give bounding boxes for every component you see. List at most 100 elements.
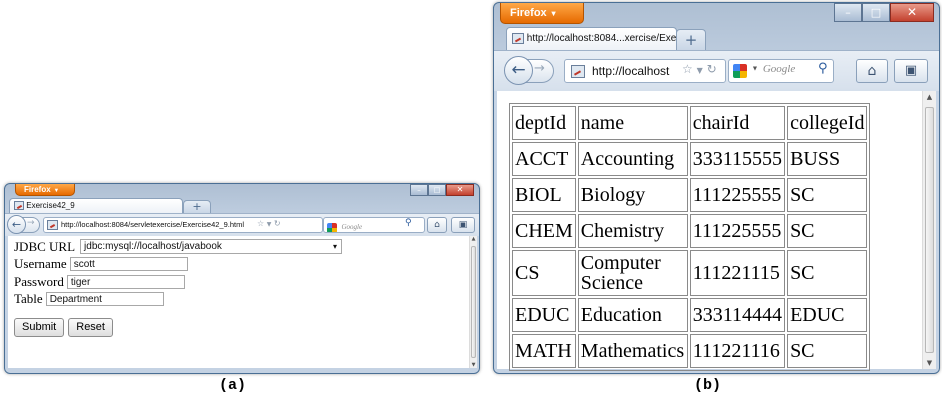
table-cell: Mathematics [577, 334, 688, 368]
username-label: Username [14, 256, 67, 272]
table-header-cell: chairId [689, 106, 786, 140]
forward-button[interactable]: → [534, 61, 545, 76]
home-button[interactable]: ⌂ [856, 59, 888, 83]
password-input[interactable]: tiger [66, 274, 185, 289]
plus-icon: + [684, 31, 698, 49]
table-row: ACCT Accounting 333115555 BUSS [512, 142, 868, 176]
table-body: deptId name chairId collegeId ACCT Accounting… [512, 106, 868, 368]
search-placeholder: Google [341, 222, 363, 231]
page-content: deptId name chairId collegeId ACCT Accounting… [497, 91, 922, 371]
url-favicon-icon [571, 65, 585, 78]
reload-icon[interactable]: ↻ [274, 219, 281, 228]
password-row: Password tiger [14, 273, 342, 291]
firefox-menu-label: Firefox [24, 185, 51, 194]
menu-button[interactable]: ▣ [451, 217, 475, 233]
submit-button[interactable]: Submit [14, 318, 65, 337]
navigation-toolbar: ← → http://localhost ☆ ▼ ↻ ▼ Google ⚲ ⌂ … [494, 50, 939, 91]
table-row: BIOL Biology 111225555 SC [512, 178, 868, 212]
back-button[interactable]: ← [7, 215, 26, 234]
username-row: Username scott [14, 256, 342, 274]
browser-tab[interactable]: Exercise42_9 [9, 198, 183, 213]
url-favicon-icon [47, 220, 58, 230]
scroll-thumb[interactable] [925, 107, 934, 353]
scroll-thumb[interactable] [471, 246, 476, 358]
google-icon [327, 222, 337, 232]
table-cell: BUSS [787, 142, 868, 176]
reload-icon[interactable]: ↻ [707, 62, 717, 76]
caption-b: (b) [694, 377, 722, 394]
table-cell: 111221115 [689, 250, 786, 296]
table-cell: 111221116 [689, 334, 786, 368]
form-buttons: Submit Reset [14, 318, 342, 337]
page-content: JDBC URL jdbc:mysql://localhost/javabook… [8, 236, 469, 368]
jdbc-url-label: JDBC URL [14, 238, 76, 254]
scroll-up-icon[interactable]: ▲ [470, 236, 477, 242]
minimize-button[interactable]: – [834, 3, 862, 22]
maximize-button[interactable]: □ [862, 3, 890, 22]
table-cell: EDUC [787, 298, 868, 332]
browser-tab[interactable]: http://localhost:8084...xercise/Exercise… [506, 27, 677, 50]
close-button[interactable]: ✕ [446, 184, 474, 196]
back-arrow-icon: ← [511, 60, 526, 80]
chevron-down-icon: ▼ [549, 9, 558, 18]
search-button[interactable]: ⚲ [405, 218, 412, 228]
reset-button[interactable]: Reset [68, 318, 113, 337]
navigation-toolbar: ← → http://localhost:8084/servletexercis… [5, 213, 479, 236]
plus-icon: + [192, 200, 202, 213]
scroll-up-icon[interactable]: ▲ [923, 93, 936, 101]
vertical-scrollbar[interactable]: ▲ ▼ [922, 91, 936, 369]
table-cell: SC [787, 334, 868, 368]
table-cell: Biology [577, 178, 688, 212]
close-button[interactable]: ✕ [890, 3, 934, 22]
table-row: CS Computer Science 111221115 SC [512, 250, 868, 296]
url-actions: ☆ ▼ ↻ [682, 62, 717, 76]
back-arrow-icon: ← [11, 218, 22, 231]
caption-a: (a) [219, 377, 247, 394]
username-input[interactable]: scott [69, 257, 188, 272]
maximize-button[interactable]: □ [428, 184, 446, 196]
browser-window-a: Firefox ▼ – □ ✕ Exercise42_9 + ← → http:/… [4, 183, 480, 374]
table-cell: Computer Science [577, 250, 688, 296]
scroll-down-icon[interactable]: ▼ [470, 362, 477, 368]
select-arrow-icon: ▾ [333, 242, 338, 252]
table-cell: 333115555 [689, 142, 786, 176]
minimize-button[interactable]: – [410, 184, 428, 196]
window-controls: – □ ✕ [410, 184, 474, 196]
table-cell: CS [512, 250, 576, 296]
bookmark-star-icon[interactable]: ☆ [257, 219, 264, 228]
jdbc-url-select[interactable]: jdbc:mysql://localhost/javabook ▾ [80, 239, 343, 255]
firefox-menu-button[interactable]: Firefox ▼ [500, 3, 584, 24]
chevron-down-icon: ▼ [53, 188, 60, 194]
dropdown-arrow-icon[interactable]: ▼ [267, 221, 272, 228]
menu-button[interactable]: ▣ [894, 59, 928, 83]
jdbc-form: JDBC URL jdbc:mysql://localhost/javabook… [14, 238, 343, 337]
vertical-scrollbar[interactable]: ▲ ▼ [469, 236, 477, 368]
table-cell: EDUC [512, 298, 576, 332]
table-cell: Education [577, 298, 688, 332]
window-menu-icon: ▣ [904, 63, 918, 78]
back-button[interactable]: ← [504, 56, 533, 85]
home-icon: ⌂ [867, 63, 877, 79]
table-cell: MATH [512, 334, 576, 368]
scroll-down-icon[interactable]: ▼ [923, 359, 936, 367]
home-button[interactable]: ⌂ [427, 217, 447, 233]
firefox-menu-button[interactable]: Firefox ▼ [15, 184, 75, 196]
table-input[interactable]: Department [45, 292, 164, 307]
new-tab-button[interactable]: + [183, 200, 211, 213]
table-header-cell: name [577, 106, 688, 140]
bookmark-star-icon[interactable]: ☆ [682, 62, 693, 76]
forward-arrow-icon: → [534, 61, 545, 76]
table-row: EDUC Education 333114444 EDUC [512, 298, 868, 332]
google-icon [733, 64, 747, 78]
table-header-row: deptId name chairId collegeId [512, 106, 868, 140]
dropdown-arrow-icon[interactable]: ▼ [697, 66, 703, 75]
home-icon: ⌂ [434, 220, 440, 230]
address-bar[interactable]: http://localhost:8084/servletexercise/Ex… [43, 217, 323, 233]
search-button[interactable]: ⚲ [818, 61, 828, 76]
forward-button[interactable]: → [27, 218, 35, 228]
window-controls: – □ ✕ [834, 3, 934, 22]
new-tab-button[interactable]: + [676, 29, 706, 50]
page-favicon-icon [512, 32, 524, 44]
magnifier-icon: ⚲ [405, 218, 412, 228]
table-header-cell: deptId [512, 106, 576, 140]
